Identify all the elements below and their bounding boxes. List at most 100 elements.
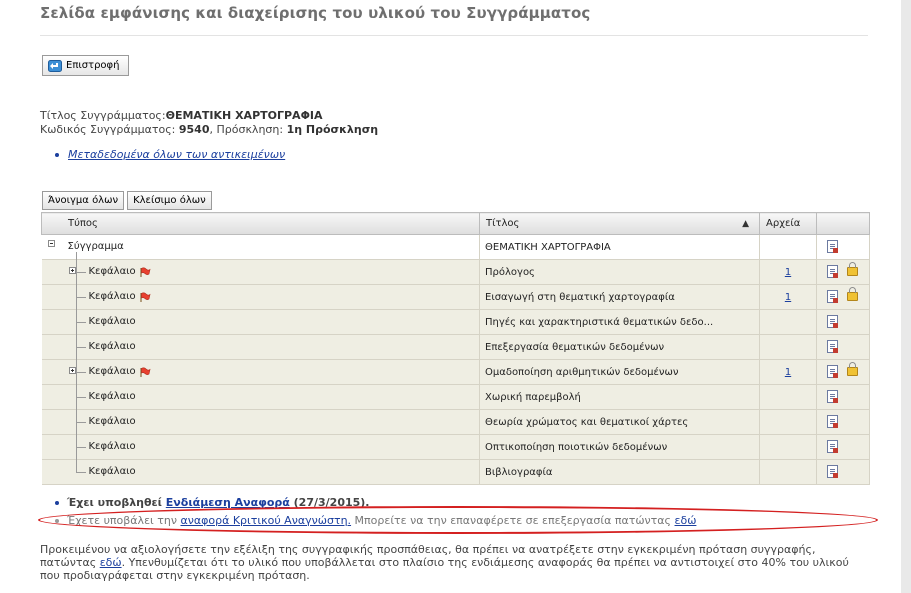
column-header-type[interactable]: Τύπος — [41, 212, 480, 235]
tree-line — [75, 297, 86, 298]
footer-text: Προκειμένου να αξιολογήσετε την εξέλιξη … — [40, 543, 866, 582]
files-count-link[interactable]: 1 — [785, 367, 791, 378]
type-cell: Κεφάλαιο — [41, 259, 480, 285]
type-cell: Κεφάλαιο — [41, 359, 480, 385]
tree-line — [75, 322, 86, 323]
title-cell: Ομαδοποίηση αριθμητικών δεδομένων — [479, 359, 760, 385]
table-row[interactable]: Σύγγραμμα ΘΕΜΑΤΙΚΗ ΧΑΡΤΟΓΡΑΦΙΑ — [41, 234, 870, 260]
files-count-link[interactable]: 1 — [785, 267, 791, 278]
document-details-icon[interactable] — [827, 265, 838, 278]
tree-line — [75, 472, 86, 473]
document-details-icon[interactable] — [827, 365, 838, 378]
table-row[interactable]: Κεφάλαιο Πρόλογος 1 — [41, 259, 870, 285]
files-count-link[interactable]: 1 — [785, 292, 791, 303]
files-cell — [759, 309, 817, 335]
table-header-row: Τύπος Τίτλος ▲ Αρχεία — [41, 212, 870, 235]
book-title-line: Τίτλος Συγγράμματος:ΘΕΜΑΤΙΚΗ ΧΑΡΤΟΓΡΑΦΙΑ — [40, 109, 323, 122]
table-row[interactable]: Κεφάλαιο Εισαγωγή στη θεματική χαρτογραφί… — [41, 284, 870, 310]
actions-cell — [816, 309, 870, 335]
actions-cell — [816, 334, 870, 360]
tree-line — [75, 447, 86, 448]
type-label: Κεφάλαιο — [88, 366, 136, 377]
type-label: Κεφάλαιο — [88, 391, 136, 402]
tree-line — [75, 422, 86, 423]
title-cell: Πρόλογος — [479, 259, 760, 285]
table-row[interactable]: Κεφάλαιο Βιβλιογραφία — [41, 459, 870, 485]
type-cell: Κεφάλαιο — [41, 409, 480, 435]
type-cell: Κεφάλαιο — [41, 334, 480, 360]
table-row[interactable]: Κεφάλαιο Θεωρία χρώματος και θεματικοί χά… — [41, 409, 870, 435]
table-row[interactable]: Κεφάλαιο Οπτικοποίηση ποιοτικών δεδομένων — [41, 434, 870, 460]
collapse-all-button[interactable]: Κλείσιμο όλων — [127, 191, 212, 210]
flag-icon — [139, 367, 151, 378]
metadata-link[interactable]: Μεταδεδομένα όλων των αντικειμένων — [68, 148, 285, 161]
actions-cell — [816, 359, 870, 385]
expand-all-button[interactable]: Άνοιγμα όλων — [42, 191, 125, 210]
lock-icon[interactable] — [847, 362, 858, 376]
files-cell — [759, 409, 817, 435]
tree-line — [75, 372, 86, 373]
column-header-title[interactable]: Τίτλος ▲ — [479, 212, 760, 235]
document-details-icon[interactable] — [827, 315, 838, 328]
approved-proposal-link[interactable]: εδώ — [100, 556, 122, 569]
type-label: Κεφάλαιο — [88, 441, 136, 452]
tree-line — [75, 460, 77, 472]
files-cell — [759, 434, 817, 460]
lock-icon[interactable] — [847, 262, 858, 276]
type-cell: Κεφάλαιο — [41, 459, 480, 485]
document-details-icon[interactable] — [827, 240, 838, 253]
actions-cell — [816, 409, 870, 435]
files-cell — [759, 234, 817, 260]
type-cell: Κεφάλαιο — [41, 384, 480, 410]
footer-part-2: . Υπενθυμίζεται ότι το υλικό που υποβάλλ… — [40, 556, 849, 582]
files-cell: 1 — [759, 284, 817, 310]
column-header-files[interactable]: Αρχεία — [759, 212, 817, 235]
type-cell: Σύγγραμμα — [41, 234, 480, 260]
lock-icon[interactable] — [847, 287, 858, 301]
back-button-label: Επιστροφή — [66, 60, 120, 71]
metadata-bullet: Μεταδεδομένα όλων των αντικειμένων — [55, 148, 285, 161]
title-cell: Οπτικοποίηση ποιοτικών δεδομένων — [479, 434, 760, 460]
collapse-node-icon[interactable] — [47, 240, 55, 247]
actions-cell — [816, 284, 870, 310]
book-code-value: 9540 — [178, 123, 210, 136]
table-row[interactable]: Κεφάλαιο Ομαδοποίηση αριθμητικών δεδομένω… — [41, 359, 870, 385]
page: Σελίδα εμφάνισης και διαχείρισης του υλι… — [0, 0, 911, 593]
window-scrollbar-strip — [901, 0, 911, 593]
expand-node-icon[interactable] — [68, 367, 76, 374]
note1-prefix: Έχει υποβληθεί — [67, 496, 166, 509]
type-label: Σύγγραμμα — [67, 241, 124, 252]
type-label: Κεφάλαιο — [88, 291, 136, 302]
document-details-icon[interactable] — [827, 290, 838, 303]
expand-node-icon[interactable] — [68, 267, 76, 274]
document-details-icon[interactable] — [827, 440, 838, 453]
back-arrow-icon — [48, 59, 62, 72]
table-row[interactable]: Κεφάλαιο Επεξεργασία θεματικών δεδομένων — [41, 334, 870, 360]
title-cell: Επεξεργασία θεματικών δεδομένων — [479, 334, 760, 360]
actions-cell — [816, 234, 870, 260]
back-button[interactable]: Επιστροφή — [42, 55, 129, 76]
type-label: Κεφάλαιο — [88, 416, 136, 427]
files-cell: 1 — [759, 259, 817, 285]
document-details-icon[interactable] — [827, 340, 838, 353]
files-cell: 1 — [759, 359, 817, 385]
table-row[interactable]: Κεφάλαιο Χωρική παρεμβολή — [41, 384, 870, 410]
actions-cell — [816, 459, 870, 485]
document-details-icon[interactable] — [827, 390, 838, 403]
flag-icon — [139, 267, 151, 278]
title-cell: Χωρική παρεμβολή — [479, 384, 760, 410]
type-label: Κεφάλαιο — [88, 341, 136, 352]
title-divider — [40, 35, 868, 36]
column-header-title-label: Τίτλος — [486, 218, 520, 229]
document-details-icon[interactable] — [827, 415, 838, 428]
title-cell: Βιβλιογραφία — [479, 459, 760, 485]
tree-line — [75, 347, 86, 348]
book-code-line: Κωδικός Συγγράμματος: 9540, Πρόσκληση: 1… — [40, 123, 378, 136]
actions-cell — [816, 434, 870, 460]
document-details-icon[interactable] — [827, 465, 838, 478]
type-label: Κεφάλαιο — [88, 466, 136, 477]
table-row[interactable]: Κεφάλαιο Πηγές και χαρακτηριστικά θεματικ… — [41, 309, 870, 335]
flag-icon — [139, 292, 151, 303]
invitation-label: , Πρόσκληση: — [209, 123, 284, 136]
actions-cell — [816, 384, 870, 410]
